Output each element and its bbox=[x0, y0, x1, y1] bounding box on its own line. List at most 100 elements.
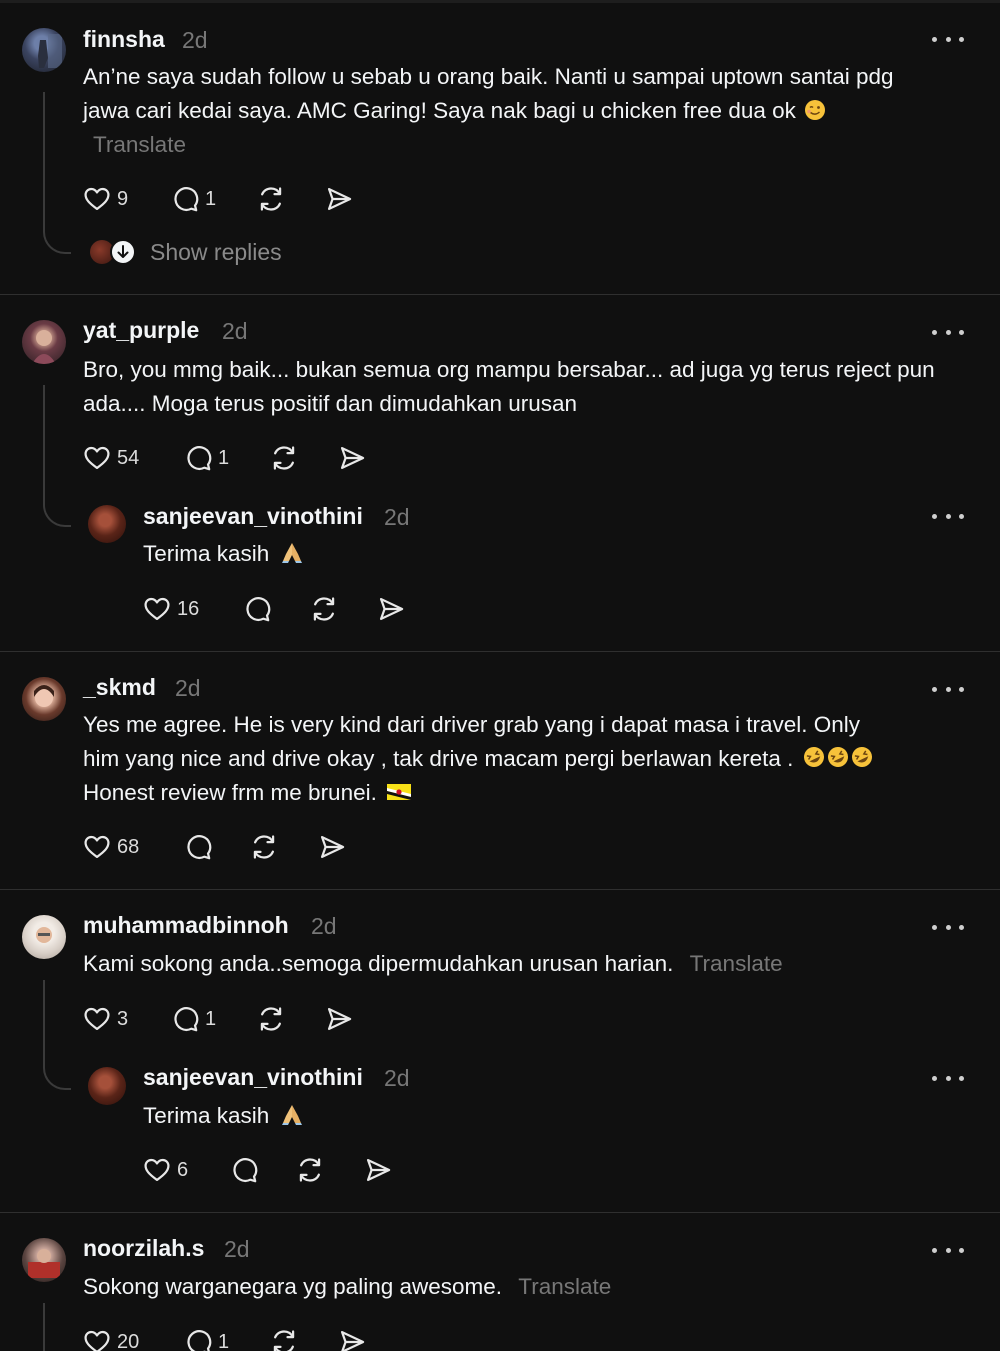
share-button[interactable] bbox=[338, 441, 366, 475]
like-count: 20 bbox=[117, 1330, 140, 1351]
like-button[interactable]: 16 bbox=[143, 592, 199, 626]
like-button[interactable]: 9 bbox=[83, 182, 128, 216]
reply-count: 1 bbox=[218, 446, 230, 469]
repost-button[interactable] bbox=[310, 592, 338, 626]
winking-face-emoji-icon bbox=[805, 100, 826, 120]
avatar[interactable] bbox=[22, 677, 66, 721]
comment-icon bbox=[184, 833, 212, 861]
share-icon bbox=[338, 444, 366, 472]
like-button[interactable]: 3 bbox=[83, 1002, 128, 1036]
username[interactable]: finnsha bbox=[83, 26, 165, 53]
show-replies-link[interactable]: Show replies bbox=[150, 239, 282, 266]
heart-icon bbox=[143, 1156, 171, 1184]
translate-link[interactable]: Translate bbox=[690, 951, 783, 976]
reply-button[interactable] bbox=[243, 592, 271, 626]
more-options-icon[interactable] bbox=[932, 1245, 964, 1255]
more-options-icon[interactable] bbox=[932, 1073, 964, 1083]
folded-hands-emoji-icon bbox=[281, 543, 302, 563]
thread-line bbox=[43, 980, 71, 1090]
replies-avatars[interactable] bbox=[90, 239, 136, 265]
reply-count: 1 bbox=[205, 1007, 217, 1030]
translate-link[interactable]: Translate bbox=[93, 132, 186, 157]
more-options-icon[interactable] bbox=[932, 34, 964, 44]
more-options-icon[interactable] bbox=[932, 684, 964, 694]
heart-icon bbox=[83, 185, 111, 213]
username[interactable]: noorzilah.s bbox=[83, 1235, 204, 1262]
more-options-icon[interactable] bbox=[932, 922, 964, 932]
share-button[interactable] bbox=[325, 182, 353, 216]
timestamp: 2d bbox=[224, 1236, 250, 1262]
reply-count: 1 bbox=[205, 187, 217, 210]
avatar[interactable] bbox=[22, 28, 66, 72]
heart-icon bbox=[83, 1005, 111, 1033]
repost-button[interactable] bbox=[257, 182, 285, 216]
reply-button[interactable] bbox=[230, 1153, 258, 1187]
heart-icon bbox=[83, 833, 111, 861]
repost-button[interactable] bbox=[250, 830, 278, 864]
like-button[interactable]: 20 bbox=[83, 1325, 139, 1351]
brunei-flag-icon bbox=[387, 784, 412, 800]
comment-skmd: _skmd 2d Yes me agree. He is very kind d… bbox=[0, 652, 1000, 889]
repost-icon bbox=[257, 1005, 285, 1033]
share-icon bbox=[325, 1005, 353, 1033]
more-options-icon[interactable] bbox=[932, 511, 964, 521]
repost-button[interactable] bbox=[270, 1325, 298, 1351]
reply-button[interactable]: 1 bbox=[184, 1325, 229, 1351]
avatar[interactable] bbox=[88, 505, 126, 543]
comment-text: Yes me agree. He is very kind dari drive… bbox=[83, 708, 973, 810]
share-button[interactable] bbox=[325, 1002, 353, 1036]
heart-icon bbox=[83, 1328, 111, 1351]
repost-button[interactable] bbox=[257, 1002, 285, 1036]
share-button[interactable] bbox=[338, 1325, 366, 1351]
timestamp: 2d bbox=[222, 318, 248, 344]
comment-body: Terima kasih bbox=[143, 541, 270, 566]
username[interactable]: sanjeevan_vinothini bbox=[143, 503, 363, 530]
comment-text: Sokong warganegara yg paling awesome. Tr… bbox=[83, 1270, 973, 1304]
repost-icon bbox=[270, 444, 298, 472]
share-icon bbox=[318, 833, 346, 861]
share-icon bbox=[338, 1328, 366, 1351]
comment-text: Terima kasih bbox=[143, 1099, 743, 1133]
like-button[interactable]: 54 bbox=[83, 441, 139, 475]
repost-icon bbox=[257, 185, 285, 213]
reply-button[interactable]: 1 bbox=[184, 441, 229, 475]
reply-count: 1 bbox=[218, 1330, 230, 1351]
username[interactable]: sanjeevan_vinothini bbox=[143, 1064, 363, 1091]
comment-icon bbox=[184, 444, 212, 472]
comment-icon bbox=[230, 1156, 258, 1184]
like-count: 68 bbox=[117, 835, 140, 858]
timestamp: 2d bbox=[311, 913, 337, 939]
like-button[interactable]: 6 bbox=[143, 1153, 188, 1187]
comment-text: Bro, you mmg baik... bukan semua org mam… bbox=[83, 357, 935, 416]
avatar[interactable] bbox=[22, 320, 66, 364]
comment-icon bbox=[171, 185, 199, 213]
avatar[interactable] bbox=[88, 1067, 126, 1105]
reply-button[interactable]: 1 bbox=[171, 182, 216, 216]
like-count: 16 bbox=[177, 597, 200, 620]
repost-icon bbox=[310, 595, 338, 623]
like-button[interactable]: 68 bbox=[83, 830, 139, 864]
share-button[interactable] bbox=[377, 592, 405, 626]
share-icon bbox=[377, 595, 405, 623]
comment-yat-purple: yat_purple 2d Bro, you mmg baik... bukan… bbox=[0, 295, 1000, 651]
comment-line: Yes me agree. He is very kind dari drive… bbox=[83, 712, 861, 737]
repost-button[interactable] bbox=[296, 1153, 324, 1187]
like-count: 9 bbox=[117, 187, 129, 210]
thread-line bbox=[43, 385, 71, 527]
username[interactable]: yat_purple bbox=[83, 317, 199, 344]
reply-button[interactable]: 1 bbox=[171, 1002, 216, 1036]
reply-button[interactable] bbox=[184, 830, 212, 864]
repost-icon bbox=[270, 1328, 298, 1351]
comment-line: him yang nice and drive okay , tak drive… bbox=[83, 742, 973, 776]
avatar[interactable] bbox=[22, 1238, 66, 1282]
like-count: 3 bbox=[117, 1007, 129, 1030]
share-button[interactable] bbox=[364, 1153, 392, 1187]
username[interactable]: _skmd bbox=[83, 674, 156, 701]
username[interactable]: muhammadbinnoh bbox=[83, 912, 289, 939]
translate-link[interactable]: Translate bbox=[518, 1274, 611, 1299]
repost-button[interactable] bbox=[270, 441, 298, 475]
folded-hands-emoji-icon bbox=[281, 1105, 302, 1125]
more-options-icon[interactable] bbox=[932, 327, 964, 337]
share-button[interactable] bbox=[318, 830, 346, 864]
avatar[interactable] bbox=[22, 915, 66, 959]
